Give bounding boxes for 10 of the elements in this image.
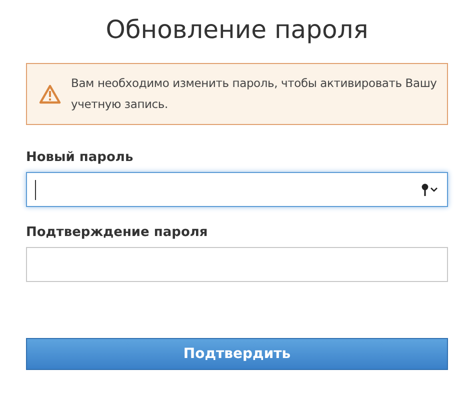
alert-message: Вам необходимо изменить пароль, чтобы активировать Вашу учетную запись. bbox=[71, 75, 438, 113]
key-icon[interactable] bbox=[421, 182, 439, 196]
submit-button[interactable]: Подтвердить bbox=[26, 338, 448, 370]
field-label: Подтверждение пароля bbox=[26, 224, 209, 242]
page-title: Обновление пароля bbox=[104, 14, 370, 46]
password-field[interactable] bbox=[26, 247, 448, 282]
warning-icon bbox=[39, 84, 61, 104]
password-field[interactable] bbox=[26, 172, 448, 207]
text-cursor bbox=[35, 180, 36, 200]
field-label: Новый пароль bbox=[26, 149, 134, 167]
